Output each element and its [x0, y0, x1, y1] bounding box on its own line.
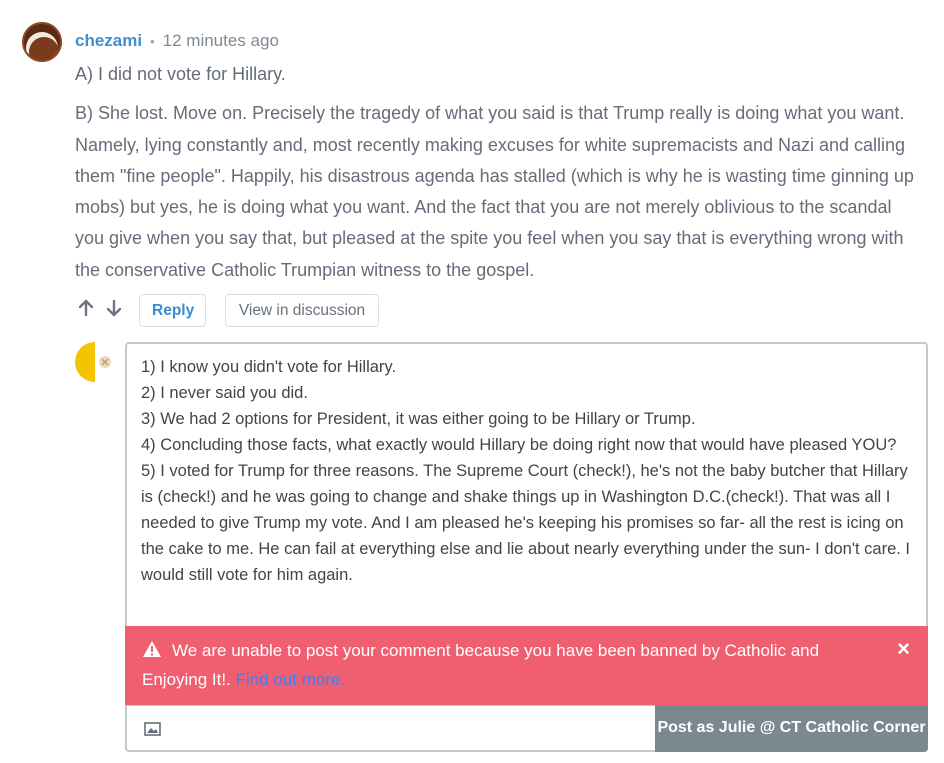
banned-alert: We are unable to post your comment becau… — [125, 626, 928, 705]
comment-meta: chezami • 12 minutes ago — [75, 29, 279, 54]
reply-line: 2) I never said you did. — [141, 384, 308, 402]
reply-toolbar: Post as Julie @ CT Catholic Corner — [125, 705, 928, 752]
reply-text[interactable]: 1) I know you didn't vote for Hillary. 2… — [141, 354, 921, 588]
reply-line: 4) Concluding those facts, what exactly … — [141, 436, 897, 454]
image-upload-icon[interactable] — [144, 722, 161, 736]
comment-paragraph: B) She lost. Move on. Precisely the trag… — [75, 103, 914, 280]
comment-timestamp[interactable]: 12 minutes ago — [163, 31, 279, 50]
user-avatar[interactable] — [75, 342, 115, 382]
post-button[interactable]: Post as Julie @ CT Catholic Corner — [655, 705, 928, 752]
warning-icon — [142, 638, 162, 657]
comment-paragraph: A) I did not vote for Hillary. — [75, 64, 286, 84]
find-out-more-link[interactable]: Find out more. — [236, 670, 346, 689]
meta-separator: • — [150, 34, 155, 49]
reply-line: 5) I voted for Trump for three reasons. … — [141, 462, 911, 584]
arrow-up-icon[interactable] — [78, 299, 94, 317]
arrow-down-icon[interactable] — [106, 299, 122, 317]
reply-line: 3) We had 2 options for President, it wa… — [141, 410, 696, 428]
author-name[interactable]: chezami — [75, 31, 142, 50]
close-icon[interactable]: × — [897, 638, 910, 660]
reply-button[interactable]: Reply — [139, 294, 206, 327]
reply-textarea[interactable]: 1) I know you didn't vote for Hillary. 2… — [125, 342, 928, 626]
alert-message: We are unable to post your comment becau… — [142, 636, 872, 694]
view-in-discussion-button[interactable]: View in discussion — [225, 294, 379, 327]
commenter-avatar[interactable] — [22, 22, 62, 62]
comment-body: A) I did not vote for Hillary. B) She lo… — [75, 59, 925, 294]
reply-line: 1) I know you didn't vote for Hillary. — [141, 358, 397, 376]
